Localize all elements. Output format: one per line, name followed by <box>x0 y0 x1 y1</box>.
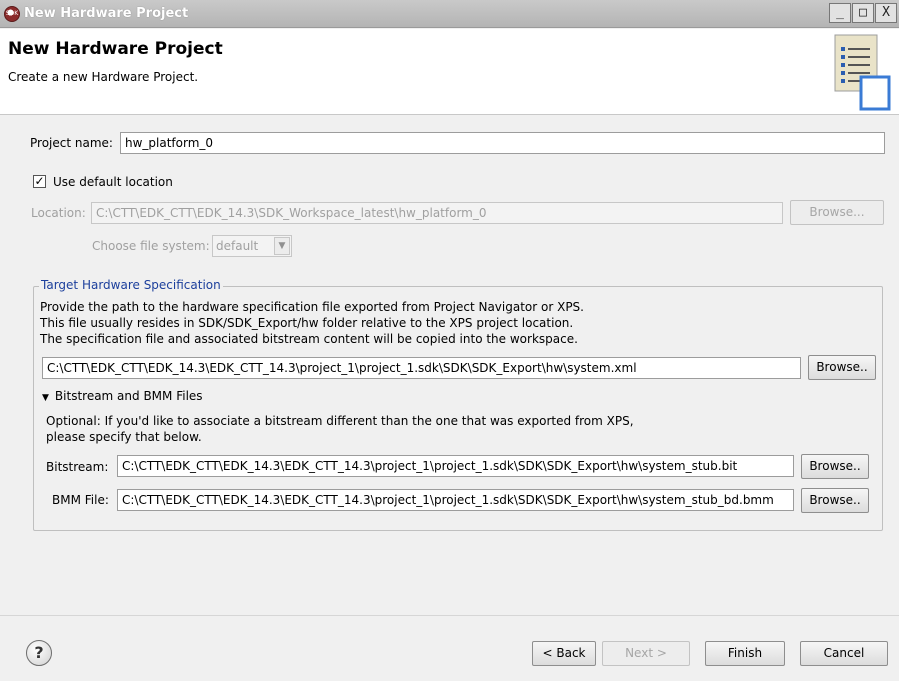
wizard-list-icon <box>834 34 891 111</box>
window-title: New Hardware Project <box>24 6 189 21</box>
optional-line1: Optional: If you'd like to associate a b… <box>46 414 634 428</box>
bitstream-browse-button[interactable]: Browse.. <box>801 454 869 479</box>
hardware-spec-browse-button[interactable]: Browse.. <box>808 355 876 380</box>
expand-triangle-icon[interactable]: ▼ <box>42 393 49 403</box>
use-default-location-checkbox[interactable]: ✓ <box>33 175 46 188</box>
bitstream-label: Bitstream: <box>46 460 109 474</box>
chevron-down-icon[interactable]: ▼ <box>274 237 290 255</box>
project-name-label: Project name: <box>30 136 113 150</box>
hardware-spec-path-input[interactable]: C:\CTT\EDK_CTT\EDK_14.3\EDK_CTT_14.3\pro… <box>42 357 801 379</box>
file-system-label: Choose file system: <box>92 239 210 253</box>
minimize-button[interactable]: _ <box>829 3 851 23</box>
location-label: Location: <box>31 206 86 220</box>
file-system-value: default <box>216 239 259 253</box>
banner-title: New Hardware Project <box>8 39 223 59</box>
next-button[interactable]: Next > <box>602 641 690 666</box>
title-bar[interactable]: SDK New Hardware Project _ □ X <box>0 0 899 28</box>
bmm-file-label: BMM File: <box>52 493 109 507</box>
target-desc-line2: This file usually resides in SDK/SDK_Exp… <box>40 316 574 330</box>
bitstream-bmm-expander[interactable]: ▼ Bitstream and BMM Files <box>42 389 203 403</box>
use-default-location-label: Use default location <box>53 175 173 189</box>
window-controls: _ □ X <box>829 3 897 23</box>
bitstream-input[interactable]: C:\CTT\EDK_CTT\EDK_14.3\EDK_CTT_14.3\pro… <box>117 455 794 477</box>
optional-line2: please specify that below. <box>46 430 202 444</box>
target-desc-line3: The specification file and associated bi… <box>40 332 578 346</box>
help-icon[interactable]: ? <box>26 640 52 666</box>
location-browse-button[interactable]: Browse... <box>790 200 884 225</box>
bmm-browse-button[interactable]: Browse.. <box>801 488 869 513</box>
target-desc-line1: Provide the path to the hardware specifi… <box>40 300 584 314</box>
new-hardware-project-dialog: SDK New Hardware Project _ □ X New Hardw… <box>0 0 899 681</box>
finish-button[interactable]: Finish <box>705 641 785 666</box>
sdk-app-icon: SDK <box>4 6 20 22</box>
bmm-file-input[interactable]: C:\CTT\EDK_CTT\EDK_14.3\EDK_CTT_14.3\pro… <box>117 489 794 511</box>
location-input[interactable]: C:\CTT\EDK_CTT\EDK_14.3\SDK_Workspace_la… <box>91 202 783 224</box>
cancel-button[interactable]: Cancel <box>800 641 888 666</box>
maximize-button[interactable]: □ <box>852 3 874 23</box>
back-button[interactable]: < Back <box>532 641 596 666</box>
close-button[interactable]: X <box>875 3 897 23</box>
bitstream-bmm-expander-label: Bitstream and BMM Files <box>54 389 203 403</box>
target-hardware-group-title: Target Hardware Specification <box>39 278 223 292</box>
project-name-input[interactable]: hw_platform_0 <box>120 132 885 154</box>
banner-description: Create a new Hardware Project. <box>8 70 199 84</box>
file-system-select[interactable]: default ▼ <box>212 235 292 257</box>
footer-separator <box>0 615 899 616</box>
wizard-banner: New Hardware Project Create a new Hardwa… <box>0 29 899 115</box>
